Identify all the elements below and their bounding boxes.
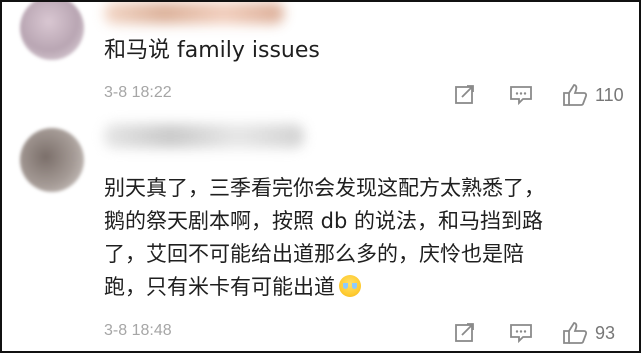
comment-icon <box>509 322 533 344</box>
share-button[interactable] <box>454 82 476 108</box>
thumbs-up-icon <box>562 321 588 345</box>
comment-text-line: 了，艾回不可能给出道那么多的，庆怜也是陪 <box>104 242 524 266</box>
like-count: 93 <box>595 322 616 343</box>
reply-button[interactable] <box>509 320 533 346</box>
timestamp: 3-8 18:22 <box>104 84 172 101</box>
comment-text-segment: 跑，只有米卡有可能出道 <box>104 275 335 299</box>
avatar[interactable] <box>20 2 84 60</box>
comment-text-line: 鹅的祭天剧本啊，按照 db 的说法，和马挡到路 <box>104 209 544 233</box>
comment-text: 别天真了，三季看完你会发现这配方太熟悉了， 鹅的祭天剧本啊，按照 db 的说法，… <box>104 172 604 304</box>
share-icon <box>454 84 476 106</box>
crying-face-emoji <box>339 275 361 297</box>
like-button[interactable]: 93 <box>562 320 615 346</box>
comment-text: 和马说 family issues <box>104 37 320 65</box>
comment-text-line: 和马说 family issues <box>104 38 320 63</box>
comment-text-line: 跑，只有米卡有可能出道 <box>104 271 604 304</box>
comment-icon <box>509 84 533 106</box>
thumbs-up-icon <box>562 83 588 107</box>
comment-meta-row: 3-8 18:22 110 <box>104 82 627 110</box>
blurred-username <box>104 124 304 148</box>
timestamp: 3-8 18:48 <box>104 322 172 339</box>
comment-text-line: 别天真了，三季看完你会发现这配方太熟悉了， <box>104 176 545 200</box>
like-count: 110 <box>595 84 624 105</box>
share-button[interactable] <box>454 320 476 346</box>
comment-screenshot-frame: 和马说 family issues 3-8 18:22 110 别天真了，三季看… <box>0 0 641 353</box>
share-icon <box>454 322 476 344</box>
comment-meta-row: 3-8 18:48 93 <box>104 320 627 348</box>
like-button[interactable]: 110 <box>562 82 624 108</box>
blurred-username <box>104 2 284 24</box>
reply-button[interactable] <box>509 82 533 108</box>
avatar[interactable] <box>20 128 84 192</box>
